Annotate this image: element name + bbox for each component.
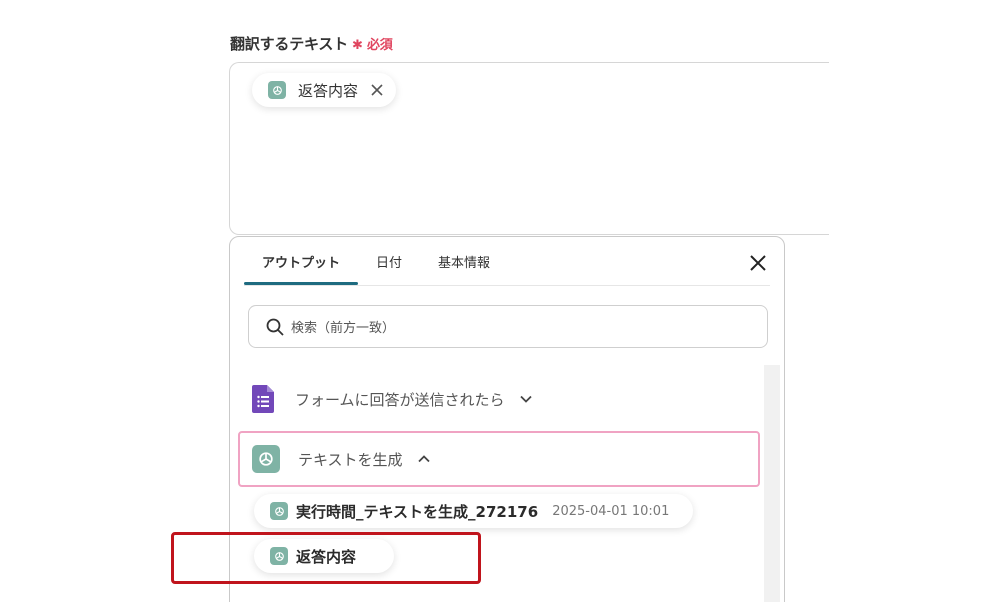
scrollbar[interactable] xyxy=(764,365,780,602)
chatgpt-icon xyxy=(268,81,286,99)
response-token-chip[interactable]: 返答内容 xyxy=(252,73,397,107)
search-input[interactable]: 検索（前方一致） xyxy=(248,305,768,348)
search-icon xyxy=(266,318,284,336)
required-badge: ✱ 必須 xyxy=(351,38,393,53)
chevron-up-icon xyxy=(417,455,430,463)
group-forms-trigger[interactable]: フォームに回答が送信されたら xyxy=(252,383,533,415)
group-generate-text[interactable]: テキストを生成 xyxy=(238,431,760,487)
output-item-value: 2025-04-01 10:01 xyxy=(552,503,670,519)
group-forms-label: フォームに回答が送信されたら xyxy=(295,390,505,409)
tab-basic-info[interactable]: 基本情報 xyxy=(420,237,508,285)
field-label-text: 翻訳するテキスト xyxy=(230,35,348,53)
tab-output[interactable]: アウトプット xyxy=(244,237,359,285)
chevron-down-icon xyxy=(519,395,532,403)
token-label: 返答内容 xyxy=(298,81,359,100)
close-icon[interactable] xyxy=(748,253,768,273)
output-item-exec-time[interactable]: 実行時間_テキストを生成_272176 2025-04-01 10:01 xyxy=(254,494,694,528)
field-label: 翻訳するテキスト ✱ 必須 xyxy=(230,33,393,54)
remove-token-icon[interactable] xyxy=(370,83,384,97)
output-item-label: 実行時間_テキストを生成_272176 xyxy=(296,502,539,521)
group-generate-text-label: テキストを生成 xyxy=(298,450,403,469)
tab-date[interactable]: 日付 xyxy=(358,237,420,285)
tab-bar: アウトプット 日付 基本情報 xyxy=(244,237,508,285)
stage: 翻訳するテキスト ✱ 必須 返答内容 アウトプット 日付 基本情報 検索（前方一致… xyxy=(0,0,1000,602)
highlight-annotation xyxy=(171,532,481,584)
search-placeholder: 検索（前方一致） xyxy=(291,321,396,336)
tab-divider xyxy=(244,285,770,286)
chatgpt-icon xyxy=(252,445,280,473)
chatgpt-icon xyxy=(270,502,288,520)
google-forms-icon xyxy=(252,385,274,413)
